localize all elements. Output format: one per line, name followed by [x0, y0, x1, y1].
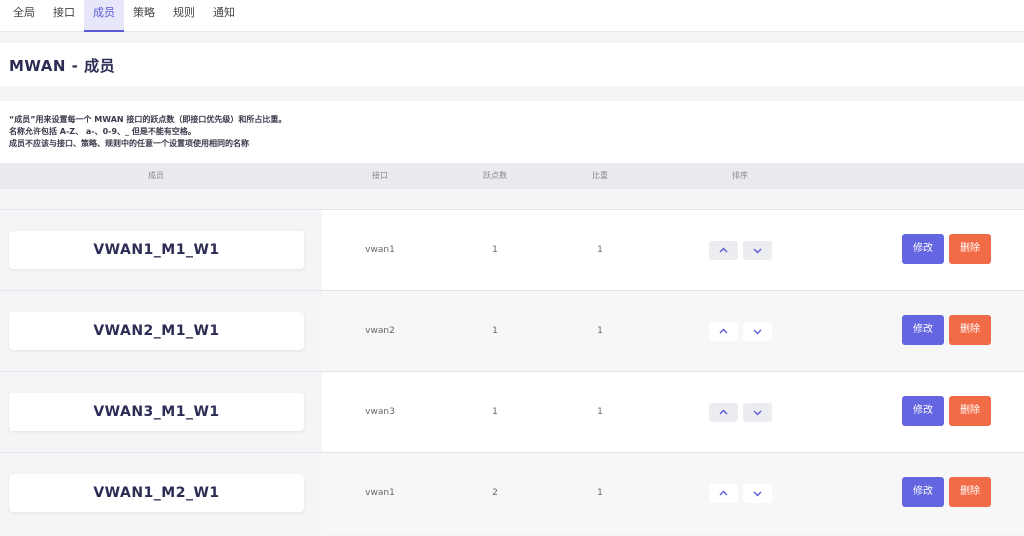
chevron-up-icon	[719, 247, 728, 253]
chevron-down-icon	[753, 248, 762, 254]
tab-members[interactable]: 成员	[84, 0, 124, 32]
description-panel: “成员”用来设置每一个 MWAN 接口的跃点数（即接口优先级）和所占比重。 名称…	[0, 101, 1024, 163]
weight-cell: 1	[597, 245, 603, 255]
move-down-button[interactable]	[743, 403, 772, 422]
tab-bar: 全局 接口 成员 策略 规则 通知	[0, 0, 1024, 32]
name-cell: VWAN3_M1_W1	[0, 372, 322, 452]
description-line: “成员”用来设置每一个 MWAN 接口的跃点数（即接口优先级）和所占比重。	[9, 115, 287, 124]
delete-button[interactable]: 删除	[949, 234, 991, 264]
tab-policies[interactable]: 策略	[126, 0, 162, 32]
metric-cell: 1	[492, 326, 498, 336]
table-row: VWAN1_M2_W1 vwan1 2 1 修改 删除	[0, 452, 1024, 533]
chevron-up-icon	[719, 490, 728, 496]
member-name: VWAN2_M1_W1	[9, 312, 304, 350]
metric-cell: 1	[492, 407, 498, 417]
name-cell: VWAN1_M2_W1	[0, 453, 322, 533]
weight-cell: 1	[597, 407, 603, 417]
name-cell: VWAN2_M1_W1	[0, 291, 322, 371]
table-header: 成员 接口 跃点数 比重 排序	[0, 163, 1024, 189]
chevron-up-icon	[719, 328, 728, 334]
interface-cell: vwan1	[365, 245, 395, 255]
page-title: MWAN - 成员	[9, 57, 116, 75]
weight-cell: 1	[597, 488, 603, 498]
header-metric: 跃点数	[483, 171, 507, 180]
tab-rules[interactable]: 规则	[166, 0, 202, 32]
chevron-down-icon	[753, 329, 762, 335]
table-row: VWAN2_M1_W1 vwan2 1 1 修改 删除	[0, 290, 1024, 371]
description-line: 名称允许包括 A-Z、 a-、0-9、_ 但是不能有空格。	[9, 127, 196, 136]
weight-cell: 1	[597, 326, 603, 336]
move-up-button[interactable]	[709, 241, 738, 260]
tab-interfaces[interactable]: 接口	[46, 0, 82, 32]
chevron-down-icon	[753, 410, 762, 416]
delete-button[interactable]: 删除	[949, 396, 991, 426]
header-weight: 比重	[592, 171, 608, 180]
move-down-button[interactable]	[743, 322, 772, 341]
move-up-button[interactable]	[709, 403, 738, 422]
edit-button[interactable]: 修改	[902, 315, 944, 345]
move-down-button[interactable]	[743, 484, 772, 503]
move-down-button[interactable]	[743, 241, 772, 260]
title-bar: MWAN - 成员	[0, 43, 1024, 86]
edit-button[interactable]: 修改	[902, 234, 944, 264]
member-name: VWAN3_M1_W1	[9, 393, 304, 431]
move-up-button[interactable]	[709, 322, 738, 341]
edit-button[interactable]: 修改	[902, 477, 944, 507]
interface-cell: vwan2	[365, 326, 395, 336]
member-name: VWAN1_M2_W1	[9, 474, 304, 512]
metric-cell: 2	[492, 488, 498, 498]
chevron-up-icon	[719, 409, 728, 415]
header-sort: 排序	[732, 171, 748, 180]
metric-cell: 1	[492, 245, 498, 255]
delete-button[interactable]: 删除	[949, 315, 991, 345]
tab-notify[interactable]: 通知	[206, 0, 242, 32]
move-up-button[interactable]	[709, 484, 738, 503]
header-interface: 接口	[372, 171, 388, 180]
delete-button[interactable]: 删除	[949, 477, 991, 507]
name-cell: VWAN1_M1_W1	[0, 210, 322, 290]
description-line: 成员不应该与接口、策略、规则中的任意一个设置项使用相同的名称	[9, 139, 249, 148]
chevron-down-icon	[753, 491, 762, 497]
interface-cell: vwan3	[365, 407, 395, 417]
header-member: 成员	[148, 171, 164, 180]
tab-global[interactable]: 全局	[6, 0, 42, 32]
table-row: VWAN3_M1_W1 vwan3 1 1 修改 删除	[0, 371, 1024, 452]
edit-button[interactable]: 修改	[902, 396, 944, 426]
table-row: VWAN1_M1_W1 vwan1 1 1 修改 删除	[0, 209, 1024, 290]
interface-cell: vwan1	[365, 488, 395, 498]
member-name: VWAN1_M1_W1	[9, 231, 304, 269]
